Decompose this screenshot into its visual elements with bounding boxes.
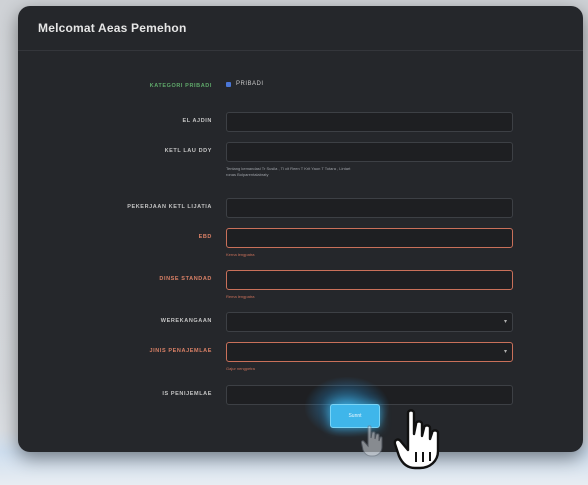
radio-selected-icon xyxy=(226,81,231,87)
email-error: Kerna lengpatra xyxy=(226,252,255,257)
kategori-label: KATEGORI PRIBADI xyxy=(149,83,212,89)
kategori-radio[interactable]: PRIBADI xyxy=(226,81,264,87)
jenis-error: Gajur nengpetra xyxy=(226,366,255,371)
jenis-label: JINIS PENAJEMLAE xyxy=(149,348,212,354)
kewarganegaraan-label: WEREKANGAAN xyxy=(160,318,212,324)
ttl-hint-line2: ronas Bolparentalabraty xyxy=(226,172,269,177)
chevron-down-icon: ▾ xyxy=(503,319,507,325)
ttl-input[interactable] xyxy=(226,142,513,162)
nama-input[interactable] xyxy=(226,112,513,132)
dialog-titlebar: Melcomat Aeas Pemehon xyxy=(18,6,583,51)
form-dialog: Melcomat Aeas Pemehon KATEGORI PRIBADI P… xyxy=(18,6,583,452)
email-input[interactable] xyxy=(226,228,513,248)
chevron-down-icon: ▾ xyxy=(503,349,507,355)
nama-label: EL AJDIN xyxy=(182,118,212,124)
pekerjaan-input[interactable] xyxy=(226,198,513,218)
nomor-input[interactable] xyxy=(226,270,513,290)
kewarganegaraan-select[interactable]: ▾ xyxy=(226,312,513,332)
pekerjaan-label: PEKERJAAN KETL LIJATIA xyxy=(127,204,212,210)
nomor-error: Rema lengpatra xyxy=(226,294,255,299)
dialog-title: Melcomat Aeas Pemehon xyxy=(38,21,187,35)
kategori-option-label: PRIBADI xyxy=(236,81,264,87)
ttl-label: KETL LAU DDY xyxy=(164,148,212,154)
jenis-select[interactable]: ▾ xyxy=(226,342,513,362)
email-label: EBD xyxy=(198,234,212,240)
hand-cursor-icon xyxy=(361,425,383,457)
nomor-label: DINSE STANDAD xyxy=(159,276,212,282)
hand-pointer-icon xyxy=(393,409,440,470)
keterangan-label: IS PENIJEMLAE xyxy=(162,391,212,397)
